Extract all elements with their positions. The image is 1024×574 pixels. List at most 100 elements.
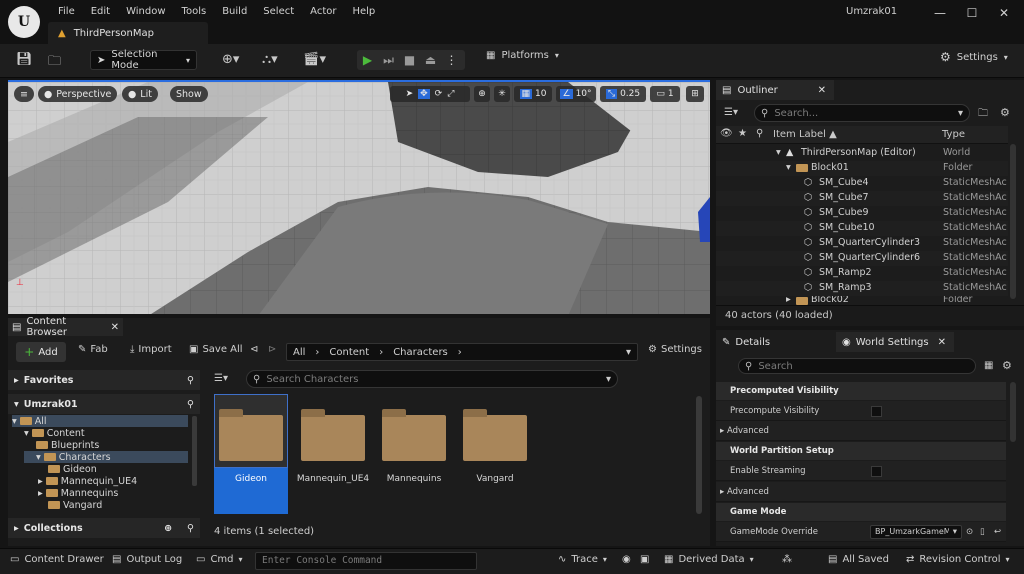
breadcrumb-characters[interactable]: Characters xyxy=(393,347,448,358)
selection-mode-dropdown[interactable]: ➤ Selection Mode ▾ xyxy=(90,49,197,71)
add-button[interactable]: + Add xyxy=(16,342,66,362)
close-icon[interactable]: ✕ xyxy=(938,337,946,348)
forward-icon[interactable]: ⊳ xyxy=(268,344,276,355)
asset-scrollbar[interactable] xyxy=(696,396,702,514)
tree-item-vangard[interactable]: Vangard xyxy=(48,499,188,511)
revision-control-dropdown[interactable]: ⇄ Revision Control ▾ xyxy=(906,554,1010,565)
asset-tile-mannequin-ue4[interactable]: Mannequin_UE4 xyxy=(296,394,370,514)
back-icon[interactable]: ⊲ xyxy=(250,344,258,355)
outliner-row[interactable]: ▾ Block01 Folder xyxy=(716,161,1008,176)
reset-icon[interactable]: ↩ xyxy=(994,522,1001,542)
content-drawer-button[interactable]: ▭ Content Drawer xyxy=(10,554,104,565)
document-tab[interactable]: ▲ ThirdPersonMap xyxy=(48,22,208,44)
type-column[interactable]: Type xyxy=(942,129,965,140)
cmd-dropdown[interactable]: ▭ Cmd ▾ xyxy=(196,554,243,565)
import-button[interactable]: ⤓ Import xyxy=(130,344,172,355)
outliner-search-input[interactable]: ⚲ Search... ▾ xyxy=(754,104,970,122)
advanced-row[interactable]: ▸ Advanced xyxy=(716,482,1006,502)
gear-icon[interactable]: ⚙ xyxy=(1002,359,1012,372)
all-saved-button[interactable]: ▤ All Saved xyxy=(828,554,889,565)
collections-section[interactable]: ▸ Collections ⊕ ⚲ xyxy=(8,518,200,538)
tree-item-all[interactable]: ▾ All xyxy=(12,415,188,427)
platforms-dropdown[interactable]: ▦ Platforms ▾ xyxy=(486,50,559,61)
maximize-viewport-icon[interactable]: ⊞ xyxy=(686,86,704,102)
close-icon[interactable]: ✕ xyxy=(990,4,1018,22)
eject-icon[interactable]: ⏏ xyxy=(420,53,441,67)
menu-file[interactable]: File xyxy=(50,0,83,24)
settings-dropdown[interactable]: ⚙ Settings ▾ xyxy=(940,50,1008,64)
tree-item-characters[interactable]: ▾ Characters xyxy=(24,451,188,463)
menu-actor[interactable]: Actor xyxy=(302,0,344,24)
tree-item-gideon[interactable]: Gideon xyxy=(48,463,188,475)
details-scrollbar[interactable] xyxy=(1010,382,1016,442)
precomputed-visibility-section[interactable]: Precomputed Visibility xyxy=(716,382,1006,400)
show-dropdown[interactable]: Show xyxy=(170,86,208,102)
source-control-icon[interactable]: ⁂ xyxy=(782,554,792,565)
save-icon[interactable]: 💾︎ xyxy=(16,52,33,67)
world-partition-section[interactable]: World Partition Setup xyxy=(716,442,1006,460)
filter-icon[interactable]: ☰▾ xyxy=(724,107,738,118)
perspective-dropdown[interactable]: ● Perspective xyxy=(38,86,118,102)
outliner-row[interactable]: ⬡ SM_Cube7 StaticMeshAc xyxy=(716,191,1008,206)
menu-help[interactable]: Help xyxy=(344,0,383,24)
precompute-checkbox[interactable] xyxy=(871,406,882,417)
asset-search-input[interactable]: ⚲ Search Characters ▾ xyxy=(246,370,618,388)
outliner-row[interactable]: ▸ Block02 Folder xyxy=(716,296,1008,305)
outliner-tab[interactable]: ▤ Outliner ✕ xyxy=(716,80,834,100)
breadcrumb-content[interactable]: Content xyxy=(329,347,369,358)
surface-snap-icon[interactable]: ✳ xyxy=(494,86,510,102)
expand-arrow-icon[interactable]: ▾ xyxy=(786,162,791,173)
project-section[interactable]: ▾ Umzrak01 ⚲ xyxy=(8,394,200,414)
item-label-column[interactable]: Item Label ▲ xyxy=(773,129,837,140)
outliner-row[interactable]: ⬡ SM_Ramp2 StaticMeshAc xyxy=(716,266,1008,281)
more-options-icon[interactable]: ⋮ xyxy=(441,53,462,67)
output-log-button[interactable]: ▤ Output Log xyxy=(112,554,182,565)
outliner-row[interactable]: ⬡ SM_Cube9 StaticMeshAc xyxy=(716,206,1008,221)
tree-item-mannequin-ue4[interactable]: ▸ Mannequin_UE4 xyxy=(38,475,188,487)
play-icon[interactable]: ▶ xyxy=(357,53,378,67)
rotate-tool-icon[interactable]: ⟳ xyxy=(435,89,443,99)
browse-icon[interactable]: 🗀 xyxy=(48,52,61,74)
tree-item-content[interactable]: ▾ Content xyxy=(24,427,188,439)
close-icon[interactable]: ✕ xyxy=(818,85,826,96)
menu-select[interactable]: Select xyxy=(255,0,302,24)
menu-build[interactable]: Build xyxy=(214,0,255,24)
expand-arrow-icon[interactable]: ▾ xyxy=(776,147,781,158)
enable-streaming-checkbox[interactable] xyxy=(871,466,882,477)
add-actor-icon[interactable]: ⊕▾ xyxy=(222,52,239,67)
pin-icon[interactable]: ⚲ xyxy=(756,128,763,139)
grid-snap-toggle[interactable]: ▦ 10 xyxy=(514,86,552,102)
screenshot-icon[interactable]: ▣ xyxy=(640,554,649,565)
content-browser-tab[interactable]: ▤ Content Browser ✕ xyxy=(8,316,123,338)
browse-asset-icon[interactable]: ⊙ xyxy=(966,522,973,542)
lit-dropdown[interactable]: ● Lit xyxy=(122,86,158,102)
asset-tile-gideon[interactable]: Gideon xyxy=(214,394,288,514)
search-icon[interactable]: ⚲ xyxy=(187,399,194,410)
blueprint-icon[interactable]: ⛬▾ xyxy=(262,52,278,67)
outliner-row[interactable]: ⬡ SM_Cube4 StaticMeshAc xyxy=(716,176,1008,191)
viewport-menu-icon[interactable]: ≡ xyxy=(14,86,34,102)
add-collection-icon[interactable]: ⊕ xyxy=(164,523,172,534)
fab-button[interactable]: ✎ Fab xyxy=(78,344,108,355)
scale-tool-icon[interactable]: ⤢ xyxy=(447,89,454,99)
search-icon[interactable]: ⚲ xyxy=(187,523,194,534)
gamemode-override-dropdown[interactable]: BP_UmzarkGameM ▾ xyxy=(870,525,962,539)
derived-data-dropdown[interactable]: ▦ Derived Data ▾ xyxy=(664,554,754,565)
console-command-input[interactable]: Enter Console Command xyxy=(255,552,477,570)
menu-tools[interactable]: Tools xyxy=(174,0,215,24)
level-viewport[interactable]: ⊥ ≡ ● Perspective ● Lit Show ➤ ✥ ⟳ ⤢ ⊕ ✳… xyxy=(8,80,710,314)
visibility-icon[interactable]: 👁︎ xyxy=(720,128,733,139)
outliner-row[interactable]: ⬡ SM_QuarterCylinder6 StaticMeshAc xyxy=(716,251,1008,266)
breadcrumb-all[interactable]: All xyxy=(293,347,305,358)
camera-speed-button[interactable]: ▭ 1 xyxy=(650,86,680,102)
cinematics-icon[interactable]: 🎬︎▾ xyxy=(303,52,326,67)
asset-tile-mannequins[interactable]: Mannequins xyxy=(377,394,451,514)
step-icon[interactable]: ⏭ xyxy=(378,53,399,68)
outliner-row[interactable]: ▾ ▲ ThirdPersonMap (Editor) World xyxy=(716,146,1008,161)
filter-icon[interactable]: ☰▾ xyxy=(214,373,228,384)
favorites-section[interactable]: ▸ Favorites ⚲ xyxy=(8,370,200,390)
gear-icon[interactable]: ⚙ xyxy=(1000,106,1010,119)
record-icon[interactable]: ◉ xyxy=(622,554,631,565)
tree-scrollbar[interactable] xyxy=(192,416,197,486)
add-folder-icon[interactable]: 🗀 xyxy=(978,106,988,123)
